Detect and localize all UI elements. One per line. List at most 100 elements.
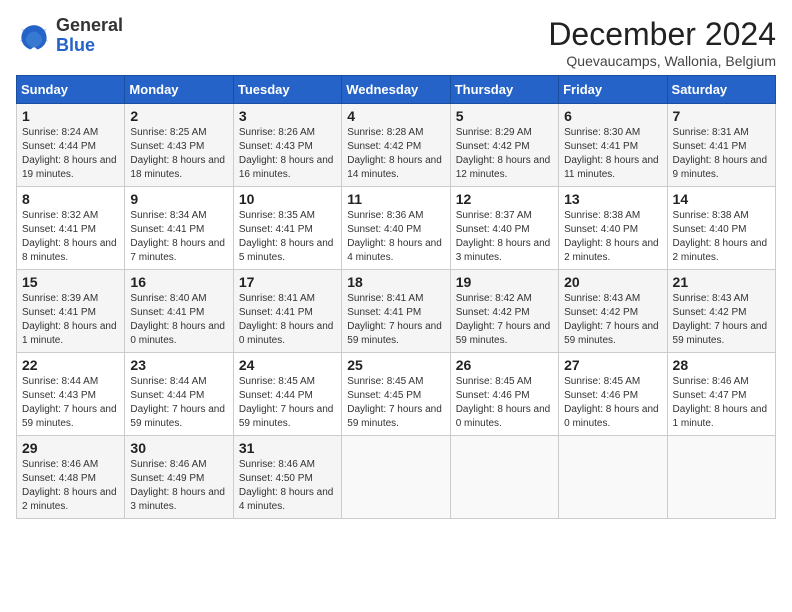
day-number: 2: [130, 108, 227, 124]
day-number: 22: [22, 357, 119, 373]
calendar-cell: 13 Sunrise: 8:38 AM Sunset: 4:40 PM Dayl…: [559, 187, 667, 270]
day-info: Sunrise: 8:32 AM Sunset: 4:41 PM Dayligh…: [22, 209, 119, 265]
day-number: 15: [22, 274, 119, 290]
calendar-cell: 15 Sunrise: 8:39 AM Sunset: 4:41 PM Dayl…: [17, 270, 125, 353]
day-info: Sunrise: 8:46 AM Sunset: 4:48 PM Dayligh…: [22, 458, 119, 514]
calendar-table: SundayMondayTuesdayWednesdayThursdayFrid…: [16, 75, 776, 519]
day-number: 16: [130, 274, 227, 290]
day-info: Sunrise: 8:26 AM Sunset: 4:43 PM Dayligh…: [239, 126, 336, 182]
day-info: Sunrise: 8:45 AM Sunset: 4:45 PM Dayligh…: [347, 375, 444, 431]
day-info: Sunrise: 8:44 AM Sunset: 4:44 PM Dayligh…: [130, 375, 227, 431]
day-info: Sunrise: 8:25 AM Sunset: 4:43 PM Dayligh…: [130, 126, 227, 182]
day-info: Sunrise: 8:45 AM Sunset: 4:46 PM Dayligh…: [564, 375, 661, 431]
day-number: 29: [22, 440, 119, 456]
calendar-cell: 20 Sunrise: 8:43 AM Sunset: 4:42 PM Dayl…: [559, 270, 667, 353]
day-number: 27: [564, 357, 661, 373]
day-number: 25: [347, 357, 444, 373]
day-info: Sunrise: 8:39 AM Sunset: 4:41 PM Dayligh…: [22, 292, 119, 348]
calendar-cell: 28 Sunrise: 8:46 AM Sunset: 4:47 PM Dayl…: [667, 353, 775, 436]
day-info: Sunrise: 8:41 AM Sunset: 4:41 PM Dayligh…: [239, 292, 336, 348]
calendar-week-row: 1 Sunrise: 8:24 AM Sunset: 4:44 PM Dayli…: [17, 104, 776, 187]
day-number: 14: [673, 191, 770, 207]
calendar-cell: 4 Sunrise: 8:28 AM Sunset: 4:42 PM Dayli…: [342, 104, 450, 187]
day-info: Sunrise: 8:28 AM Sunset: 4:42 PM Dayligh…: [347, 126, 444, 182]
logo-text: General Blue: [56, 16, 123, 56]
calendar-cell: 16 Sunrise: 8:40 AM Sunset: 4:41 PM Dayl…: [125, 270, 233, 353]
day-info: Sunrise: 8:46 AM Sunset: 4:47 PM Dayligh…: [673, 375, 770, 431]
location-subtitle: Quevaucamps, Wallonia, Belgium: [548, 53, 776, 69]
calendar-cell: 1 Sunrise: 8:24 AM Sunset: 4:44 PM Dayli…: [17, 104, 125, 187]
calendar-cell: 2 Sunrise: 8:25 AM Sunset: 4:43 PM Dayli…: [125, 104, 233, 187]
day-number: 8: [22, 191, 119, 207]
day-header-sunday: Sunday: [17, 76, 125, 104]
calendar-cell: 11 Sunrise: 8:36 AM Sunset: 4:40 PM Dayl…: [342, 187, 450, 270]
day-number: 28: [673, 357, 770, 373]
day-header-saturday: Saturday: [667, 76, 775, 104]
day-number: 9: [130, 191, 227, 207]
logo-icon: [16, 18, 52, 54]
day-info: Sunrise: 8:41 AM Sunset: 4:41 PM Dayligh…: [347, 292, 444, 348]
day-info: Sunrise: 8:43 AM Sunset: 4:42 PM Dayligh…: [564, 292, 661, 348]
day-info: Sunrise: 8:24 AM Sunset: 4:44 PM Dayligh…: [22, 126, 119, 182]
calendar-cell: 14 Sunrise: 8:38 AM Sunset: 4:40 PM Dayl…: [667, 187, 775, 270]
day-header-friday: Friday: [559, 76, 667, 104]
day-number: 10: [239, 191, 336, 207]
day-number: 23: [130, 357, 227, 373]
day-info: Sunrise: 8:34 AM Sunset: 4:41 PM Dayligh…: [130, 209, 227, 265]
day-info: Sunrise: 8:46 AM Sunset: 4:50 PM Dayligh…: [239, 458, 336, 514]
day-header-wednesday: Wednesday: [342, 76, 450, 104]
day-number: 5: [456, 108, 553, 124]
calendar-cell: 7 Sunrise: 8:31 AM Sunset: 4:41 PM Dayli…: [667, 104, 775, 187]
day-number: 24: [239, 357, 336, 373]
day-info: Sunrise: 8:45 AM Sunset: 4:46 PM Dayligh…: [456, 375, 553, 431]
day-number: 18: [347, 274, 444, 290]
calendar-cell: 31 Sunrise: 8:46 AM Sunset: 4:50 PM Dayl…: [233, 436, 341, 519]
day-number: 30: [130, 440, 227, 456]
day-number: 6: [564, 108, 661, 124]
day-info: Sunrise: 8:40 AM Sunset: 4:41 PM Dayligh…: [130, 292, 227, 348]
calendar-cell: 21 Sunrise: 8:43 AM Sunset: 4:42 PM Dayl…: [667, 270, 775, 353]
calendar-cell: [342, 436, 450, 519]
day-info: Sunrise: 8:46 AM Sunset: 4:49 PM Dayligh…: [130, 458, 227, 514]
day-number: 1: [22, 108, 119, 124]
calendar-cell: 26 Sunrise: 8:45 AM Sunset: 4:46 PM Dayl…: [450, 353, 558, 436]
month-title: December 2024: [548, 16, 776, 53]
calendar-week-row: 15 Sunrise: 8:39 AM Sunset: 4:41 PM Dayl…: [17, 270, 776, 353]
calendar-cell: [559, 436, 667, 519]
calendar-cell: 30 Sunrise: 8:46 AM Sunset: 4:49 PM Dayl…: [125, 436, 233, 519]
day-number: 19: [456, 274, 553, 290]
calendar-cell: [667, 436, 775, 519]
day-info: Sunrise: 8:42 AM Sunset: 4:42 PM Dayligh…: [456, 292, 553, 348]
day-info: Sunrise: 8:45 AM Sunset: 4:44 PM Dayligh…: [239, 375, 336, 431]
calendar-week-row: 22 Sunrise: 8:44 AM Sunset: 4:43 PM Dayl…: [17, 353, 776, 436]
day-info: Sunrise: 8:29 AM Sunset: 4:42 PM Dayligh…: [456, 126, 553, 182]
calendar-cell: 29 Sunrise: 8:46 AM Sunset: 4:48 PM Dayl…: [17, 436, 125, 519]
day-number: 11: [347, 191, 444, 207]
day-info: Sunrise: 8:36 AM Sunset: 4:40 PM Dayligh…: [347, 209, 444, 265]
logo: General Blue: [16, 16, 123, 56]
calendar-cell: 27 Sunrise: 8:45 AM Sunset: 4:46 PM Dayl…: [559, 353, 667, 436]
calendar-cell: 5 Sunrise: 8:29 AM Sunset: 4:42 PM Dayli…: [450, 104, 558, 187]
day-info: Sunrise: 8:38 AM Sunset: 4:40 PM Dayligh…: [564, 209, 661, 265]
calendar-cell: 24 Sunrise: 8:45 AM Sunset: 4:44 PM Dayl…: [233, 353, 341, 436]
calendar-cell: 19 Sunrise: 8:42 AM Sunset: 4:42 PM Dayl…: [450, 270, 558, 353]
day-info: Sunrise: 8:38 AM Sunset: 4:40 PM Dayligh…: [673, 209, 770, 265]
day-header-tuesday: Tuesday: [233, 76, 341, 104]
calendar-cell: 18 Sunrise: 8:41 AM Sunset: 4:41 PM Dayl…: [342, 270, 450, 353]
calendar-week-row: 29 Sunrise: 8:46 AM Sunset: 4:48 PM Dayl…: [17, 436, 776, 519]
day-info: Sunrise: 8:37 AM Sunset: 4:40 PM Dayligh…: [456, 209, 553, 265]
day-number: 31: [239, 440, 336, 456]
day-number: 4: [347, 108, 444, 124]
day-number: 12: [456, 191, 553, 207]
day-number: 21: [673, 274, 770, 290]
calendar-cell: [450, 436, 558, 519]
calendar-cell: 10 Sunrise: 8:35 AM Sunset: 4:41 PM Dayl…: [233, 187, 341, 270]
day-info: Sunrise: 8:31 AM Sunset: 4:41 PM Dayligh…: [673, 126, 770, 182]
calendar-cell: 6 Sunrise: 8:30 AM Sunset: 4:41 PM Dayli…: [559, 104, 667, 187]
day-info: Sunrise: 8:44 AM Sunset: 4:43 PM Dayligh…: [22, 375, 119, 431]
calendar-cell: 25 Sunrise: 8:45 AM Sunset: 4:45 PM Dayl…: [342, 353, 450, 436]
day-info: Sunrise: 8:43 AM Sunset: 4:42 PM Dayligh…: [673, 292, 770, 348]
day-number: 13: [564, 191, 661, 207]
day-number: 17: [239, 274, 336, 290]
calendar-cell: 23 Sunrise: 8:44 AM Sunset: 4:44 PM Dayl…: [125, 353, 233, 436]
